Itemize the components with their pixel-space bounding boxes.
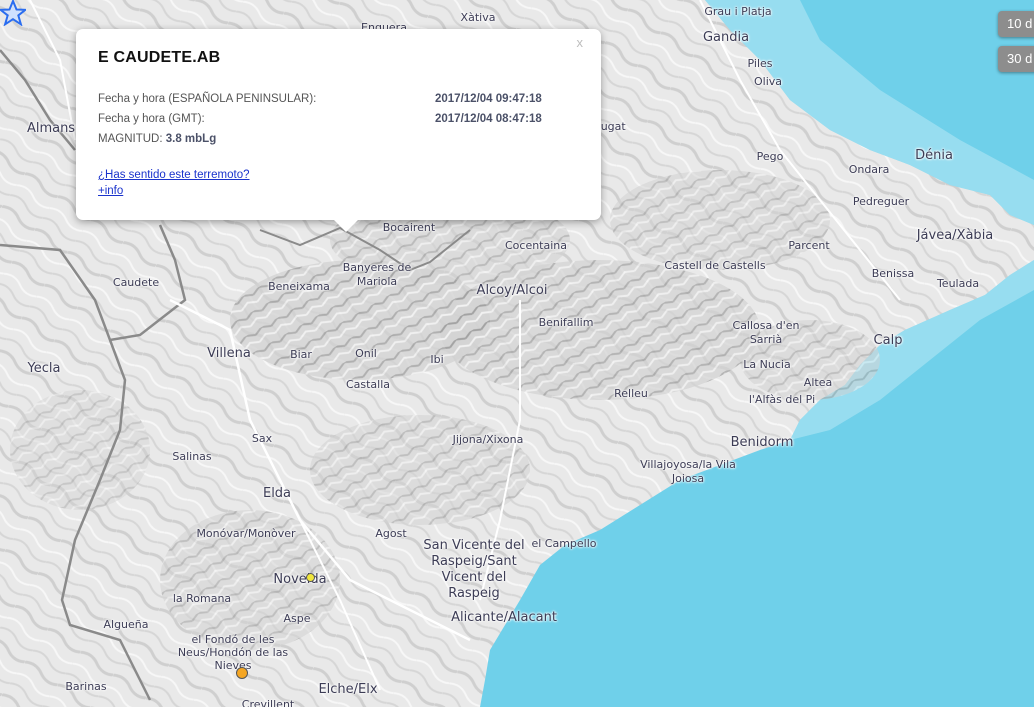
- more-info-link[interactable]: +info: [98, 185, 123, 197]
- place-label: Alicante/Alacant: [451, 610, 557, 625]
- filter-10-days-button[interactable]: 10 d: [998, 11, 1034, 37]
- place-label: Pedreguer: [852, 195, 910, 208]
- place-label: Jávea/Xàbia: [916, 228, 994, 243]
- place-label: el Fondó de les: [191, 633, 275, 646]
- place-label: Castalla: [345, 378, 391, 391]
- place-label: Oliva: [753, 75, 783, 88]
- place-label: Salinas: [172, 450, 212, 463]
- place-label: Elche/Elx: [318, 682, 378, 697]
- place-label: Callosa d'en: [732, 319, 800, 332]
- close-icon[interactable]: x: [577, 35, 584, 50]
- place-label: La Nucia: [743, 358, 791, 371]
- place-label: Vicent del: [441, 570, 507, 585]
- place-label: Elda: [262, 486, 292, 501]
- earthquake-marker[interactable]: [236, 667, 248, 679]
- place-label: Relleu: [614, 387, 648, 400]
- place-label: Pego: [756, 150, 784, 163]
- place-label: el Campello: [531, 537, 597, 550]
- place-label: Sarrià: [749, 333, 783, 346]
- filter-30-days-button[interactable]: 30 d: [998, 46, 1034, 72]
- place-label: Ibi: [430, 353, 444, 366]
- place-label: Mariola: [356, 275, 398, 288]
- place-label: Benidorm: [730, 435, 794, 450]
- local-time-label: Fecha y hora (ESPAÑOLA PENINSULAR):: [98, 93, 317, 105]
- place-label: la Romana: [172, 592, 232, 605]
- place-label: Piles: [747, 57, 773, 70]
- place-label: Raspeig/Sant: [431, 554, 517, 569]
- place-label: Algueña: [103, 618, 149, 631]
- place-label: Xàtiva: [460, 11, 496, 24]
- place-label: Calp: [873, 333, 903, 348]
- place-label: Crevillent: [241, 698, 295, 707]
- place-label: Joiosa: [671, 472, 705, 485]
- epicenter-star-icon[interactable]: [0, 0, 26, 26]
- place-label: Raspeig: [448, 586, 500, 601]
- place-label: Villajoyosa/la Vila: [640, 458, 736, 471]
- place-label: Novelda: [273, 572, 327, 587]
- place-label: Teulada: [936, 277, 980, 290]
- place-label: Cocentaina: [504, 239, 568, 252]
- place-label: Monóvar/Monòver: [196, 527, 296, 540]
- earthquake-marker[interactable]: [306, 573, 315, 582]
- earthquake-popup: x E CAUDETE.AB Fecha y hora (ESPAÑOLA PE…: [76, 29, 601, 232]
- place-label: Gandia: [702, 30, 750, 45]
- place-label: Grau i Platja: [704, 5, 772, 18]
- place-label: Yecla: [27, 361, 61, 376]
- place-label: Onil: [355, 347, 377, 360]
- place-label: Altea: [803, 376, 833, 389]
- local-time-value: 2017/12/04 09:47:18: [435, 93, 542, 105]
- place-label: Castell de Castells: [664, 259, 766, 272]
- place-label: Dénia: [915, 148, 953, 163]
- place-label: Biar: [290, 348, 312, 361]
- place-label: Benifallim: [538, 316, 594, 329]
- gmt-time-value: 2017/12/04 08:47:18: [435, 113, 542, 125]
- place-label: San Vicente del: [423, 538, 525, 553]
- felt-earthquake-link[interactable]: ¿Has sentido este terremoto?: [98, 169, 250, 181]
- place-label: Bocairent: [382, 221, 436, 234]
- place-label: Banyeres de: [342, 261, 412, 274]
- place-label: Neus/Hondón de las: [177, 646, 289, 659]
- place-label: Agost: [375, 527, 407, 540]
- place-label: Caudete: [112, 276, 160, 289]
- place-label: Aspe: [283, 612, 311, 625]
- place-label: Villena: [207, 346, 251, 361]
- place-label: l'Alfàs del Pi: [748, 393, 816, 406]
- place-label: Almansa: [26, 121, 84, 136]
- place-label: Sax: [251, 432, 273, 445]
- place-label: Jijona/Xixona: [452, 433, 524, 446]
- magnitude-label: MAGNITUD:: [98, 133, 163, 145]
- place-label: Ondara: [848, 163, 890, 176]
- magnitude-value: 3.8 mbLg: [165, 133, 217, 145]
- popup-title: E CAUDETE.AB: [98, 49, 221, 66]
- place-label: Barinas: [65, 680, 107, 693]
- place-label: Parcent: [788, 239, 830, 252]
- place-label: Alcoy/Alcoi: [476, 283, 548, 298]
- magnitude-row: MAGNITUD: 3.8 mbLg: [98, 133, 216, 145]
- gmt-time-label: Fecha y hora (GMT):: [98, 113, 205, 125]
- place-label: Beneixama: [268, 280, 330, 293]
- place-label: Benissa: [871, 267, 915, 280]
